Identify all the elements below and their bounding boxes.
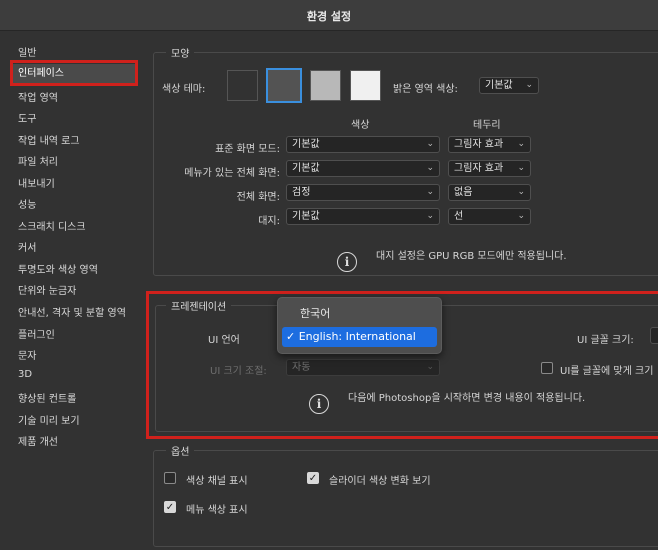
title-bar: 환경 설정 (0, 0, 658, 31)
theme-swatch-darkest[interactable] (227, 70, 258, 101)
standard-screen-color-select[interactable]: 기본값 ⌄ (286, 136, 440, 153)
artboard-info-text: 대지 설정은 GPU RGB 모드에만 적용됩니다. (376, 251, 567, 262)
fullscreen-color-select[interactable]: 검정 ⌄ (286, 184, 440, 201)
language-option-english[interactable]: ✓ English: International (282, 327, 437, 347)
info-icon: i (337, 252, 357, 272)
sidebar-item-guides-grid[interactable]: 안내선, 격자 및 분할 영역 (18, 304, 126, 319)
sidebar-item-product-improvement[interactable]: 제품 개선 (18, 433, 58, 448)
fullscreen-menus-border-select[interactable]: 그림자 효과 ⌄ (448, 160, 531, 177)
show-channels-label: 색상 채널 표시 (186, 476, 248, 487)
sidebar-item-history-log[interactable]: 작업 내역 로그 (18, 132, 80, 147)
chevron-down-icon: ⌄ (426, 139, 434, 149)
menu-colors-label: 메뉴 색상 표시 (186, 505, 248, 516)
slider-gradient-checkbox[interactable]: ✓ (307, 472, 319, 484)
chevron-down-icon: ⌄ (517, 139, 525, 149)
ui-language-dropdown: 한국어 ✓ English: International (277, 297, 442, 354)
slider-gradient-label: 슬라이더 색상 변화 보기 (329, 476, 431, 487)
artboard-border-select[interactable]: 선 ⌄ (448, 208, 531, 225)
window-title: 환경 설정 (306, 10, 352, 23)
sidebar-item-transparency-gamut[interactable]: 투명도와 색상 영역 (18, 261, 98, 276)
sidebar-item-enhanced-controls[interactable]: 향상된 컨트롤 (18, 390, 76, 405)
chevron-down-icon: ⌄ (517, 187, 525, 197)
standard-screen-border-select[interactable]: 그림자 효과 ⌄ (448, 136, 531, 153)
chevron-down-icon: ⌄ (426, 211, 434, 221)
chevron-down-icon: ⌄ (517, 211, 525, 221)
sidebar-item-general[interactable]: 일반 (18, 44, 36, 59)
theme-swatch-lightest[interactable] (350, 70, 381, 101)
fullscreen-menus-label: 메뉴가 있는 전체 화면: (184, 168, 280, 179)
language-option-korean[interactable]: 한국어 (282, 304, 437, 324)
theme-swatch-light[interactable] (310, 70, 341, 101)
show-channels-checkbox[interactable] (164, 472, 176, 484)
options-group: 옵션 (153, 443, 658, 547)
chevron-down-icon: ⌄ (517, 163, 525, 173)
sidebar-item-technology-previews[interactable]: 기술 미리 보기 (18, 412, 80, 427)
artboard-label: 대지: (258, 216, 280, 227)
sidebar-item-workspace[interactable]: 작업 영역 (18, 89, 58, 104)
chevron-down-icon: ⌄ (426, 163, 434, 173)
menu-colors-checkbox[interactable]: ✓ (164, 501, 176, 513)
sidebar-item-type[interactable]: 문자 (18, 347, 36, 362)
appearance-title: 모양 (166, 45, 195, 60)
options-title: 옵션 (166, 443, 195, 458)
column-header-border: 테두리 (473, 120, 501, 131)
sidebar-item-scratch-disks[interactable]: 스크래치 디스크 (18, 218, 86, 233)
annotation-highlight-interface (10, 60, 138, 86)
truncated-text-fragment (0, 0, 170, 3)
highlight-color-select[interactable]: 기본값 ⌄ (479, 77, 539, 94)
chevron-down-icon: ⌄ (426, 187, 434, 197)
sidebar-item-file-handling[interactable]: 파일 처리 (18, 153, 58, 168)
sidebar-item-performance[interactable]: 성능 (18, 196, 36, 211)
fullscreen-menus-color-select[interactable]: 기본값 ⌄ (286, 160, 440, 177)
highlight-color-label: 밝은 영역 색상: (393, 84, 458, 95)
color-theme-label: 색상 테마: (162, 84, 206, 95)
sidebar-item-tools[interactable]: 도구 (18, 110, 36, 125)
sidebar-item-export[interactable]: 내보내기 (18, 175, 55, 190)
sidebar-item-units-rulers[interactable]: 단위와 눈금자 (18, 282, 76, 297)
sidebar-item-cursors[interactable]: 커서 (18, 239, 36, 254)
fullscreen-border-select[interactable]: 없음 ⌄ (448, 184, 531, 201)
theme-swatch-dark[interactable] (266, 68, 302, 103)
column-header-color: 색상 (351, 120, 370, 131)
fullscreen-label: 전체 화면: (236, 192, 280, 203)
sidebar-item-plugins[interactable]: 플러그인 (18, 326, 55, 341)
chevron-down-icon: ⌄ (525, 80, 533, 90)
standard-screen-mode-label: 표준 화면 모드: (215, 144, 280, 155)
sidebar-item-3d[interactable]: 3D (18, 369, 32, 380)
artboard-color-select[interactable]: 기본값 ⌄ (286, 208, 440, 225)
